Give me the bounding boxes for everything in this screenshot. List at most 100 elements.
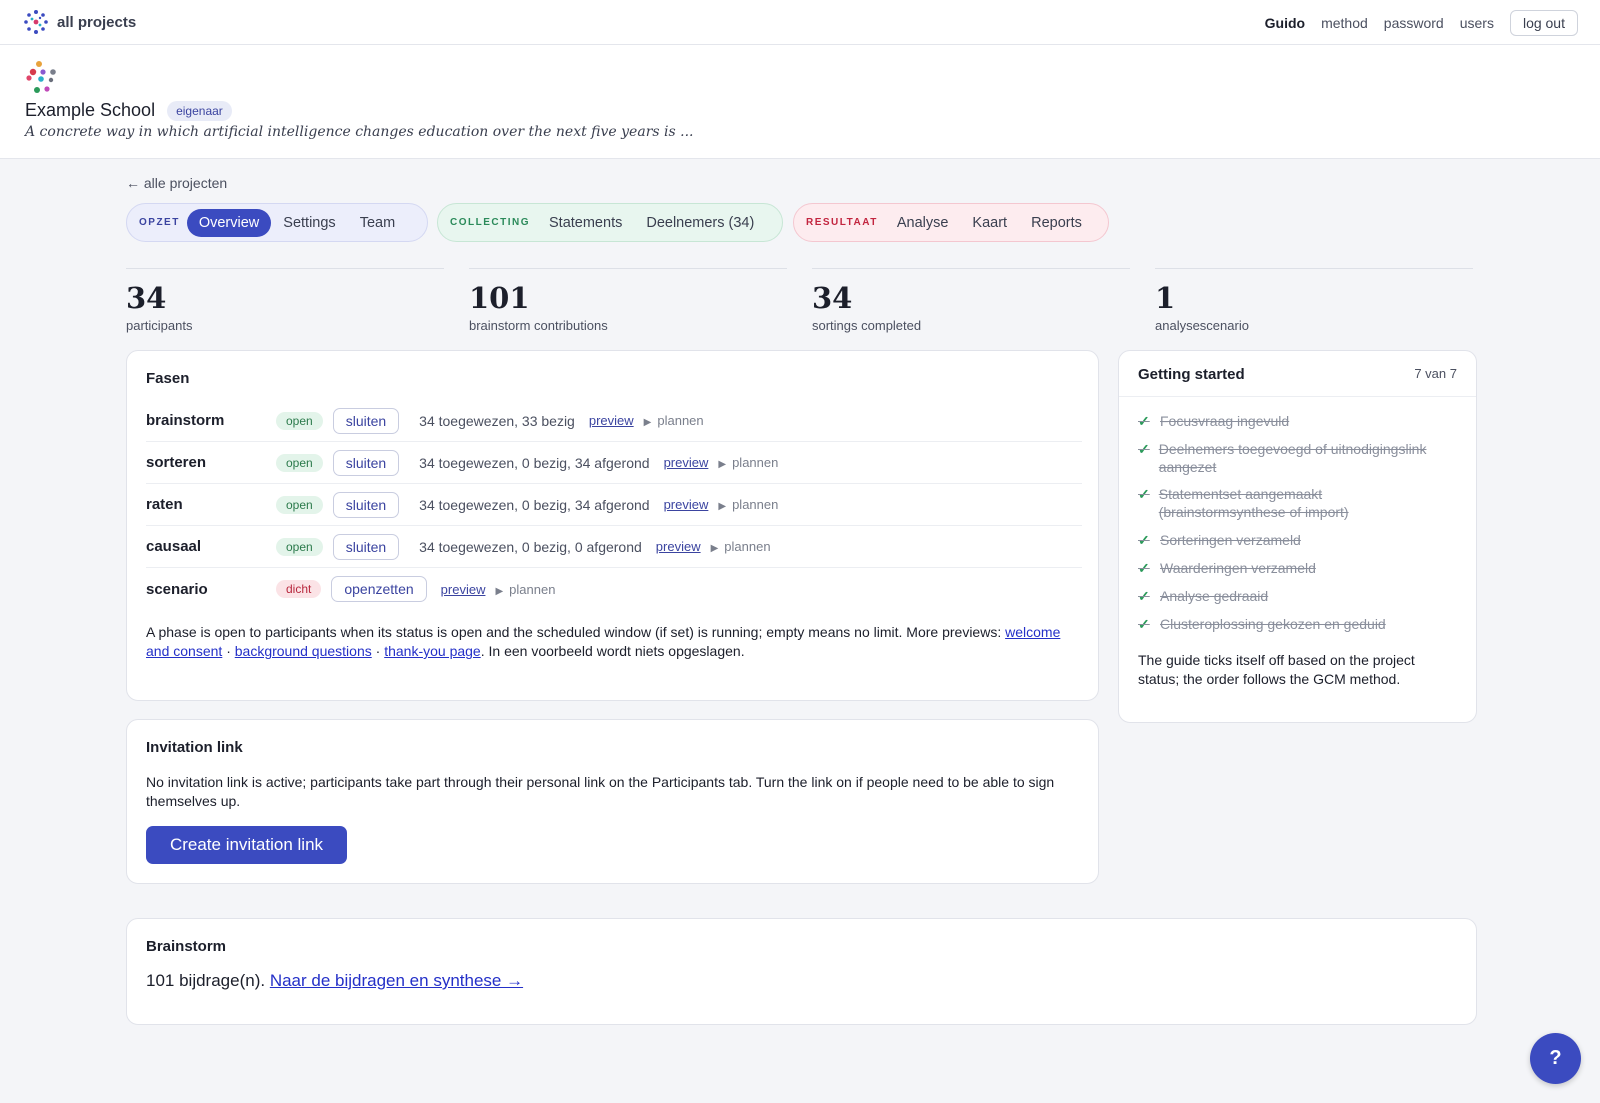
checklist-item-label: Analyse gedraaid xyxy=(1160,588,1269,604)
contributions-link[interactable]: Naar de bijdragen en synthese → xyxy=(270,971,523,990)
phase-name: raten xyxy=(146,496,183,513)
tab-team[interactable]: Team xyxy=(348,209,407,237)
open-phase-button[interactable]: openzetten xyxy=(331,576,427,602)
tab-settings[interactable]: Settings xyxy=(271,209,347,237)
plan-toggle[interactable]: ▶ plannen xyxy=(644,413,704,428)
tabgroup-collecting: COLLECTING Statements Deelnemers (34) xyxy=(437,203,783,242)
tab-analyse[interactable]: Analyse xyxy=(885,209,961,237)
preview-link[interactable]: preview xyxy=(664,497,709,512)
preview-link[interactable]: preview xyxy=(656,539,701,554)
plan-label: plannen xyxy=(732,455,779,470)
check-icon: ✓ xyxy=(1138,441,1150,457)
project-title-row: Example School eigenaar xyxy=(25,100,232,121)
tab-deelnemers[interactable]: Deelnemers (34) xyxy=(634,209,766,237)
stat-label: brainstorm contributions xyxy=(469,318,608,333)
phase-name: sorteren xyxy=(146,454,207,471)
tab-kaart[interactable]: Kaart xyxy=(960,209,1019,237)
phase-counts: 34 toegewezen, 0 bezig, 34 afgerond xyxy=(419,454,650,471)
plan-toggle[interactable]: ▶ plannen xyxy=(718,455,778,470)
stat-sortings: 34 sortings completed xyxy=(812,268,1130,334)
check-icon: ✓ xyxy=(1138,532,1150,548)
plan-toggle[interactable]: ▶ plannen xyxy=(495,582,555,597)
nav-password[interactable]: password xyxy=(1384,15,1444,31)
tab-reports[interactable]: Reports xyxy=(1019,209,1094,237)
stat-scenarios: 1 analysescenario xyxy=(1155,268,1473,334)
tab-statements[interactable]: Statements xyxy=(537,209,634,237)
checklist-item: ✓ Analyse gedraaid xyxy=(1138,587,1268,605)
tabgroup-collecting-label: COLLECTING xyxy=(450,217,530,228)
phase-counts: 34 toegewezen, 0 bezig, 34 afgerond xyxy=(419,496,650,513)
phases-note-tail: . In een voorbeeld wordt niets opgeslage… xyxy=(480,643,745,659)
tab-overview[interactable]: Overview xyxy=(186,208,272,237)
phase-row-brainstorm: brainstorm open sluiten 34 toegewezen, 3… xyxy=(146,400,1082,442)
stat-label: participants xyxy=(126,318,193,333)
stat-value: 101 xyxy=(469,281,530,315)
tabgroup-opzet: OPZET Overview Settings Team xyxy=(126,203,428,242)
brand-link[interactable]: all projects xyxy=(57,14,136,31)
close-phase-button[interactable]: sluiten xyxy=(332,491,400,518)
preview-link[interactable]: preview xyxy=(441,582,486,597)
plan-label: plannen xyxy=(657,413,704,428)
phase-row-scenario: scenario dicht openzetten preview ▶ plann… xyxy=(146,568,1082,610)
check-icon: ✓ xyxy=(1138,616,1150,632)
checklist-item-label: Focusvraag ingevuld xyxy=(1160,413,1290,429)
user-name[interactable]: Guido xyxy=(1265,15,1305,31)
phase-counts: 34 toegewezen, 0 bezig, 0 afgerond xyxy=(419,538,642,555)
focus-question: A concrete way in which artificial intel… xyxy=(25,124,694,140)
nav-users[interactable]: users xyxy=(1460,15,1494,31)
stat-brainstorm: 101 brainstorm contributions xyxy=(469,268,787,334)
getting-started-header: Getting started 7 van 7 xyxy=(1119,351,1476,397)
getting-started-title: Getting started xyxy=(1138,366,1245,383)
brainstorm-summary: 101 bijdrage(n). Naar de bijdragen en sy… xyxy=(146,971,523,991)
nav-method[interactable]: method xyxy=(1321,15,1368,31)
preview-thankyou-link[interactable]: thank-you page xyxy=(384,643,481,659)
tabgroup-resultaat-label: RESULTAAT xyxy=(806,217,878,228)
status-badge: dicht xyxy=(276,580,322,598)
phases-note: A phase is open to participants when its… xyxy=(146,623,1076,661)
back-to-projects-link[interactable]: ← alle projecten xyxy=(126,175,227,191)
brand[interactable]: all projects xyxy=(23,9,136,35)
create-invitation-button[interactable]: Create invitation link xyxy=(146,826,347,864)
checklist-item-label: Deelnemers toegevoegd of uitnodigingslin… xyxy=(1158,441,1427,475)
project-header: Example School eigenaar A concrete way i… xyxy=(0,45,1600,159)
stat-value: 1 xyxy=(1155,281,1176,315)
project-title: Example School xyxy=(25,100,156,120)
preview-background-link[interactable]: background questions xyxy=(235,643,372,659)
plan-label: plannen xyxy=(509,581,556,597)
invitation-text: No invitation link is active; participan… xyxy=(146,774,1055,809)
phases-card: Fasen brainstorm open sluiten 34 toegewe… xyxy=(126,350,1099,701)
phase-counts: 34 toegewezen, 33 bezig xyxy=(419,412,575,429)
phase-row-raten: raten open sluiten 34 toegewezen, 0 bezi… xyxy=(146,484,1082,526)
checklist-item: ✓ Statementset aangemaakt (brainstormsynt… xyxy=(1138,485,1438,521)
checklist-item-label: Clusteroplossing gekozen en geduid xyxy=(1160,616,1386,632)
role-badge: eigenaar xyxy=(167,100,232,121)
plan-toggle[interactable]: ▶ plannen xyxy=(711,539,771,554)
separator: · xyxy=(226,643,231,659)
triangle-right-icon: ▶ xyxy=(710,543,719,554)
preview-link[interactable]: preview xyxy=(589,413,634,428)
help-button[interactable]: ? xyxy=(1530,1033,1581,1084)
top-nav: Guido method password users log out xyxy=(1265,10,1578,36)
logout-button[interactable]: log out xyxy=(1509,10,1578,36)
getting-started-note: The guide ticks itself off based on the … xyxy=(1138,652,1415,687)
stat-value: 34 xyxy=(812,281,853,315)
check-icon: ✓ xyxy=(1138,413,1150,429)
status-badge: open xyxy=(276,495,323,514)
triangle-right-icon: ▶ xyxy=(495,585,504,597)
preview-link[interactable]: preview xyxy=(664,455,709,470)
brainstorm-card: Brainstorm 101 bijdrage(n). Naar de bijd… xyxy=(126,918,1477,1025)
brainstorm-title: Brainstorm xyxy=(146,938,227,955)
close-phase-button[interactable]: sluiten xyxy=(332,449,400,476)
plan-toggle[interactable]: ▶ plannen xyxy=(718,497,778,512)
status-badge: open xyxy=(276,537,323,556)
phases-note-text: A phase is open to participants when its… xyxy=(146,624,1002,640)
close-phase-button[interactable]: sluiten xyxy=(332,407,400,434)
brainstorm-count: 101 bijdrage(n). xyxy=(146,971,266,990)
phases-title: Fasen xyxy=(146,370,190,387)
tabgroup-resultaat: RESULTAAT Analyse Kaart Reports xyxy=(793,203,1109,242)
stat-value: 34 xyxy=(126,281,167,315)
close-phase-button[interactable]: sluiten xyxy=(332,533,400,560)
stat-label: analysescenario xyxy=(1155,318,1249,333)
stat-participants: 34 participants xyxy=(126,268,444,334)
invitation-title: Invitation link xyxy=(146,739,243,756)
